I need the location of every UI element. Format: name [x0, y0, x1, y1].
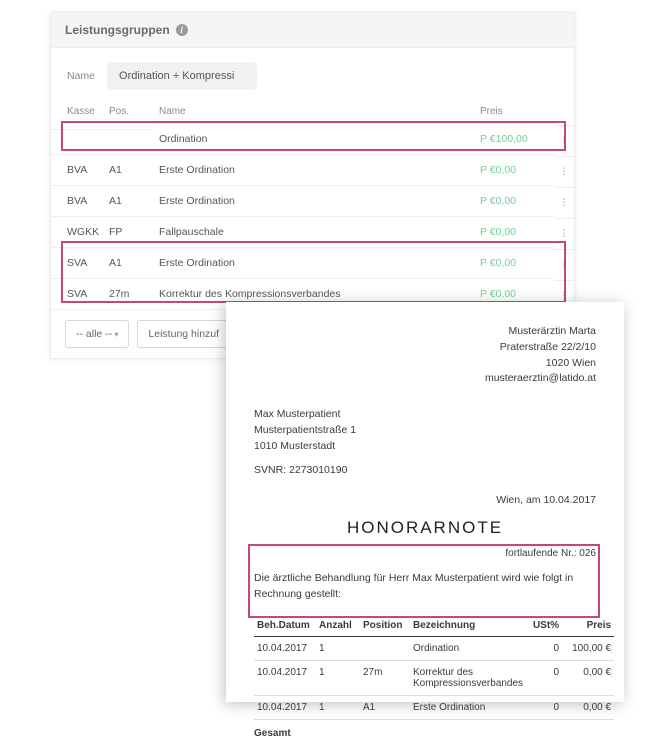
row-menu-icon[interactable]: ···: [554, 125, 574, 153]
inv-cell: 0: [526, 637, 562, 661]
row-menu-icon[interactable]: ···: [554, 249, 574, 277]
sender-city: 1020 Wien: [254, 356, 596, 372]
sender-street: Praterstraße 22/2/10: [254, 340, 596, 356]
intro-text: Die ärztliche Behandlung für Herr Max Mu…: [254, 571, 596, 603]
cell-pos: 27m: [103, 278, 153, 309]
cell-pos: A1: [103, 154, 153, 185]
doc-date: Wien, am 10.04.2017: [254, 494, 596, 506]
cell-pos: FP: [103, 216, 153, 247]
running-number: fortlaufende Nr.: 026: [254, 548, 596, 559]
cell-price: P €0,00: [474, 216, 554, 247]
row-menu-icon[interactable]: ···: [554, 218, 574, 246]
inv-cell: [360, 637, 410, 661]
inv-col-desc: Bezeichnung: [410, 615, 526, 637]
svnr-value: 2273010190: [289, 464, 347, 476]
inv-cell: 10.04.2017: [254, 661, 316, 696]
invoice-table: Beh.Datum Anzahl Position Bezeichnung US…: [254, 615, 596, 739]
add-service-button[interactable]: Leistung hinzuf: [137, 320, 230, 348]
inv-cell: 0,00 €: [562, 696, 614, 720]
inv-cell: 0,00 €: [562, 661, 614, 696]
inv-cell: 10.04.2017: [254, 637, 316, 661]
recipient-block: Max Musterpatient Musterpatientstraße 1 …: [254, 407, 596, 454]
inv-cell: 0: [526, 661, 562, 696]
cell-pos: A1: [103, 185, 153, 216]
cell-name: Fallpauschale: [153, 216, 474, 247]
inv-col-date: Beh.Datum: [254, 615, 316, 637]
col-name: Name: [153, 100, 474, 123]
inv-cell: 1: [316, 637, 360, 661]
col-preis: Preis: [474, 100, 554, 123]
sender-name: Musterärztin Marta: [254, 324, 596, 340]
inv-cell: 100,00 €: [562, 637, 614, 661]
cell-name: Erste Ordination: [153, 185, 474, 216]
cell-name: Erste Ordination: [153, 247, 474, 278]
panel-title: Leistungsgruppen: [65, 23, 170, 37]
svnr-label: SVNR:: [254, 464, 286, 476]
cell-name: Erste Ordination: [153, 154, 474, 185]
cell-kasse: SVA: [51, 278, 103, 309]
inv-col-qty: Anzahl: [316, 615, 360, 637]
inv-cell: 27m: [360, 661, 410, 696]
recipient-city: 1010 Musterstadt: [254, 439, 596, 455]
cell-pos: A1: [103, 247, 153, 278]
inv-cell: A1: [360, 696, 410, 720]
col-actions: [554, 106, 574, 118]
cell-kasse: BVA: [51, 154, 103, 185]
inv-cell: 1: [316, 661, 360, 696]
col-kasse: Kasse: [51, 100, 103, 123]
svnr-line: SVNR: 2273010190: [254, 464, 596, 476]
row-menu-icon[interactable]: ···: [554, 187, 574, 215]
cell-name: Ordination: [153, 123, 474, 154]
col-pos: Pos.: [103, 100, 153, 123]
cell-price: P €0,00: [474, 247, 554, 278]
inv-col-ust: USt%: [526, 615, 562, 637]
inv-cell: 10.04.2017: [254, 696, 316, 720]
inv-cell: 0: [526, 696, 562, 720]
doc-title: HONORARNOTE: [254, 518, 596, 538]
recipient-street: Musterpatientstraße 1: [254, 423, 596, 439]
total-label: Gesamt: [254, 720, 316, 739]
cell-pos: [103, 129, 153, 148]
kasse-filter-dropdown[interactable]: -- alle --: [65, 320, 129, 348]
inv-cell: Ordination: [410, 637, 526, 661]
inv-cell: Korrektur des Kompressionsverbandes: [410, 661, 526, 696]
inv-cell: 1: [316, 696, 360, 720]
inv-col-price: Preis: [562, 615, 614, 637]
name-filter-input[interactable]: [107, 62, 257, 90]
cell-price: P €0,00: [474, 185, 554, 216]
cell-kasse: WGKK: [51, 216, 103, 247]
panel-header: Leistungsgruppen i: [51, 13, 574, 48]
cell-kasse: [51, 129, 103, 148]
cell-kasse: SVA: [51, 247, 103, 278]
recipient-name: Max Musterpatient: [254, 407, 596, 423]
invoice-document: Musterärztin Marta Praterstraße 22/2/10 …: [226, 302, 624, 702]
filter-label: Name: [67, 70, 95, 82]
row-menu-icon[interactable]: ···: [554, 156, 574, 184]
info-icon[interactable]: i: [176, 24, 188, 36]
filter-row: Name: [51, 48, 574, 100]
cell-kasse: BVA: [51, 185, 103, 216]
inv-col-pos: Position: [360, 615, 410, 637]
cell-price: P €100,00: [474, 123, 554, 154]
sender-block: Musterärztin Marta Praterstraße 22/2/10 …: [254, 324, 596, 387]
cell-price: P €0,00: [474, 154, 554, 185]
sender-email: musteraerztin@latido.at: [254, 371, 596, 387]
inv-cell: Erste Ordination: [410, 696, 526, 720]
